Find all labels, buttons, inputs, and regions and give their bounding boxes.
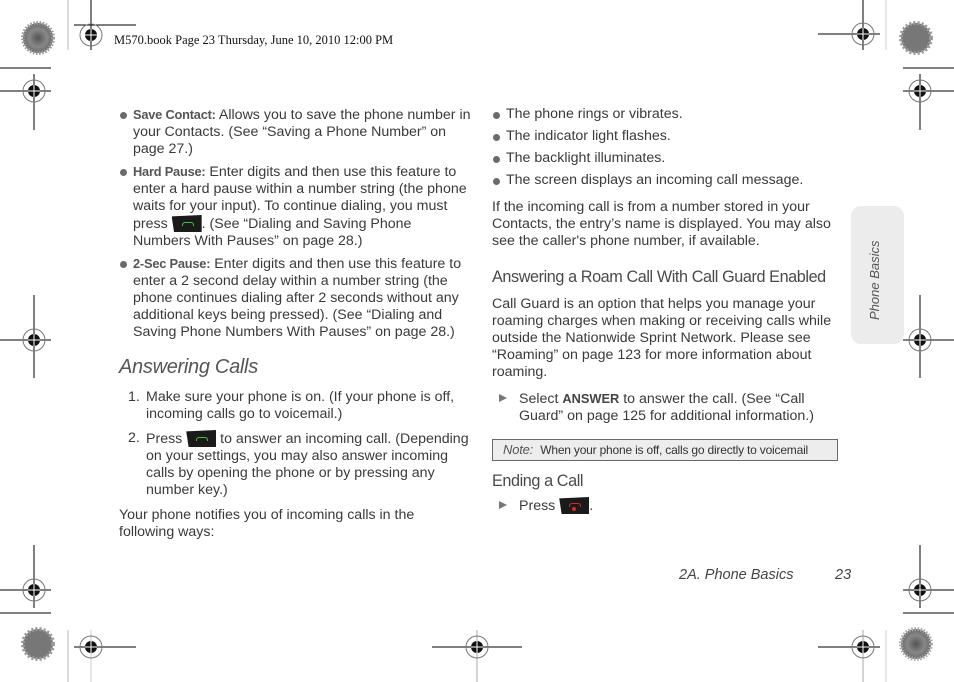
color-rosette-icon	[899, 627, 933, 661]
color-rosette-icon	[21, 21, 55, 55]
registration-marks	[0, 0, 954, 682]
color-rosette-icon	[21, 627, 55, 661]
color-rosette-icon	[899, 21, 933, 55]
